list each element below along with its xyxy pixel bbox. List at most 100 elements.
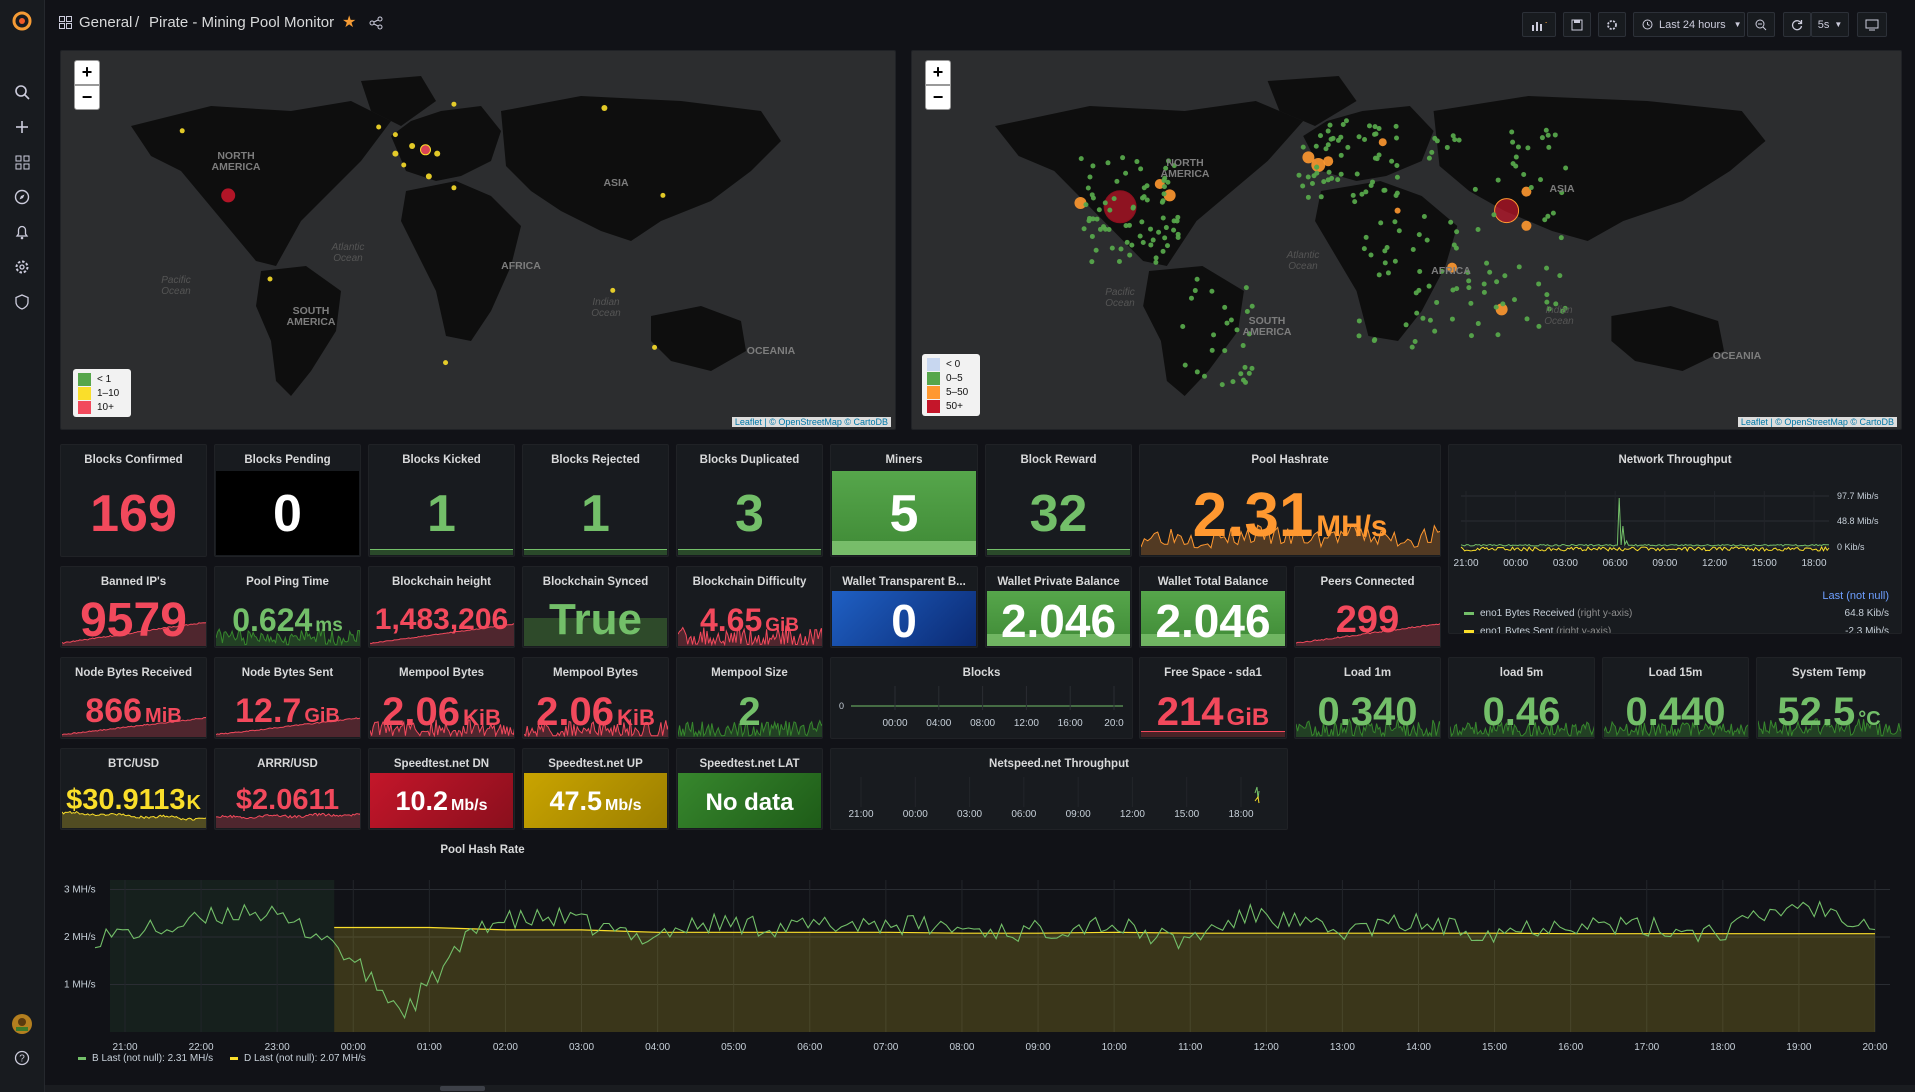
map-marker[interactable]: [1510, 139, 1516, 145]
map-marker[interactable]: [1114, 178, 1120, 184]
netspeed-throughput-panel[interactable]: Netspeed.net Throughput 21:00 00:00 03:00 0…: [830, 748, 1288, 830]
map-marker[interactable]: [1466, 285, 1472, 291]
map-marker[interactable]: [1475, 226, 1481, 232]
map-marker[interactable]: [1249, 303, 1255, 309]
map-marker[interactable]: [1352, 199, 1358, 205]
map-marker[interactable]: [1389, 158, 1395, 164]
map-marker[interactable]: [1083, 202, 1089, 208]
stat-panel-mempool-bytes-2[interactable]: Mempool Bytes 2.06 KiB: [522, 657, 669, 739]
stat-panel-banned-ips[interactable]: Banned IP's 9579: [60, 566, 207, 648]
map-marker[interactable]: [1300, 183, 1306, 189]
dashboards-icon[interactable]: [11, 151, 33, 173]
plus-icon[interactable]: [11, 116, 33, 138]
map-marker[interactable]: [1194, 369, 1200, 375]
stat-panel-system-temp[interactable]: System Temp 52.5 °C: [1756, 657, 1902, 739]
stat-panel-mempool-size[interactable]: Mempool Size 2: [676, 657, 823, 739]
map-marker[interactable]: [1449, 316, 1455, 322]
map-marker[interactable]: [1153, 255, 1159, 261]
zoom-in-button[interactable]: +: [925, 60, 951, 85]
zoom-out-button[interactable]: −: [74, 85, 100, 110]
map-marker[interactable]: [1392, 258, 1398, 264]
map-marker[interactable]: [1376, 272, 1382, 278]
map-marker[interactable]: [1491, 212, 1497, 218]
map-marker[interactable]: [1335, 177, 1341, 183]
map-marker[interactable]: [1305, 194, 1311, 200]
map-panel-right[interactable]: + − < 0 0–5 5–50 50+ Leaflet | © OpenStr…: [911, 50, 1902, 430]
map-marker[interactable]: [1328, 136, 1334, 142]
map-marker[interactable]: [376, 124, 382, 130]
shield-icon[interactable]: [11, 291, 33, 313]
stat-panel-blocks-duplicated[interactable]: Blocks Duplicated 3: [676, 444, 823, 557]
stat-panel-wallet-private[interactable]: Wallet Private Balance 2.046: [985, 566, 1132, 648]
stat-panel-blocks-rejected[interactable]: Blocks Rejected 1: [522, 444, 669, 557]
stat-panel-node-bytes-sent[interactable]: Node Bytes Sent 12.7 GiB: [214, 657, 361, 739]
map-marker[interactable]: [1521, 172, 1527, 178]
map-marker[interactable]: [1515, 144, 1521, 150]
map-marker[interactable]: [1393, 123, 1399, 129]
map-marker[interactable]: [1544, 265, 1550, 271]
map-marker[interactable]: [392, 132, 398, 138]
map-marker[interactable]: [1424, 237, 1430, 243]
stat-panel-speedtest-dn[interactable]: Speedtest.net DN 10.2 Mb/s: [368, 748, 515, 830]
user-avatar[interactable]: [11, 1013, 33, 1035]
map-marker[interactable]: [267, 276, 273, 282]
map-marker[interactable]: [1345, 144, 1351, 150]
map-marker[interactable]: [1109, 245, 1115, 251]
map-marker[interactable]: [1484, 260, 1490, 266]
stat-panel-speedtest-lat[interactable]: Speedtest.net LAT No data: [676, 748, 823, 830]
map-marker[interactable]: [1089, 259, 1095, 265]
map-marker[interactable]: [1544, 299, 1550, 305]
search-icon[interactable]: [11, 81, 33, 103]
map-marker[interactable]: [1129, 242, 1135, 248]
map-marker[interactable]: [1156, 229, 1162, 235]
map-marker[interactable]: [1318, 194, 1324, 200]
legend-item-sent[interactable]: eno1 Bytes Sent (right y-axis) -2.3 Mib/…: [1464, 626, 1889, 633]
map-marker[interactable]: [1317, 133, 1323, 139]
map-marker[interactable]: [1323, 156, 1334, 167]
map-marker[interactable]: [610, 287, 616, 293]
map-marker[interactable]: [1192, 288, 1198, 294]
map-marker[interactable]: [1153, 259, 1159, 265]
map-marker[interactable]: [1140, 195, 1146, 201]
world-map[interactable]: [912, 51, 1902, 430]
map-marker[interactable]: [1211, 332, 1217, 338]
map-marker[interactable]: [1403, 322, 1409, 328]
map-marker[interactable]: [1456, 137, 1462, 143]
map-marker[interactable]: [1161, 191, 1167, 197]
map-marker[interactable]: [1481, 281, 1487, 287]
map-marker[interactable]: [1434, 299, 1440, 305]
stat-panel-btc-usd[interactable]: BTC/USD $30.9113K: [60, 748, 207, 830]
map-marker[interactable]: [1521, 220, 1532, 231]
map-marker[interactable]: [401, 162, 407, 168]
map-marker[interactable]: [1222, 348, 1228, 354]
legend-item-received[interactable]: eno1 Bytes Received (right y-axis) 64.8 …: [1464, 608, 1889, 619]
map-marker[interactable]: [1372, 155, 1378, 161]
map-marker[interactable]: [1368, 183, 1374, 189]
map-marker[interactable]: [1368, 252, 1374, 258]
stat-panel-pool-ping[interactable]: Pool Ping Time 0.624 ms: [214, 566, 361, 648]
map-marker[interactable]: [1194, 276, 1200, 282]
map-marker[interactable]: [1472, 186, 1478, 192]
share-icon[interactable]: [369, 16, 383, 35]
pool-hash-rate-chart[interactable]: 3 MH/s 2 MH/s 1 MH/s 21:00 22:00 23:00 00:00 01…: [60, 840, 1902, 1072]
zoom-out-time-button[interactable]: [1747, 12, 1775, 37]
zoom-out-button[interactable]: −: [925, 85, 951, 110]
stat-panel-peers-connected[interactable]: Peers Connected 299: [1294, 566, 1441, 648]
map-marker[interactable]: [1340, 121, 1346, 127]
map-marker[interactable]: [1171, 227, 1177, 233]
refresh-button[interactable]: [1783, 12, 1811, 37]
map-marker[interactable]: [1392, 219, 1398, 225]
stat-panel-blocks-confirmed[interactable]: Blocks Confirmed 169: [60, 444, 207, 557]
tv-mode-button[interactable]: [1857, 12, 1887, 37]
map-marker[interactable]: [652, 344, 658, 350]
stat-panel-load-1m[interactable]: Load 1m 0.340: [1294, 657, 1441, 739]
map-marker[interactable]: [434, 150, 441, 157]
map-marker[interactable]: [1539, 135, 1545, 141]
map-marker[interactable]: [1394, 135, 1400, 141]
map-marker[interactable]: [1106, 226, 1112, 232]
stat-panel-pool-hashrate[interactable]: Pool Hashrate 2.31 MH/s: [1139, 444, 1441, 557]
stat-panel-block-reward[interactable]: Block Reward 32: [985, 444, 1132, 557]
map-marker[interactable]: [425, 173, 432, 180]
legend-item-d[interactable]: D Last (not null): 2.07 MH/s: [230, 1053, 366, 1064]
map-marker[interactable]: [1246, 370, 1252, 376]
